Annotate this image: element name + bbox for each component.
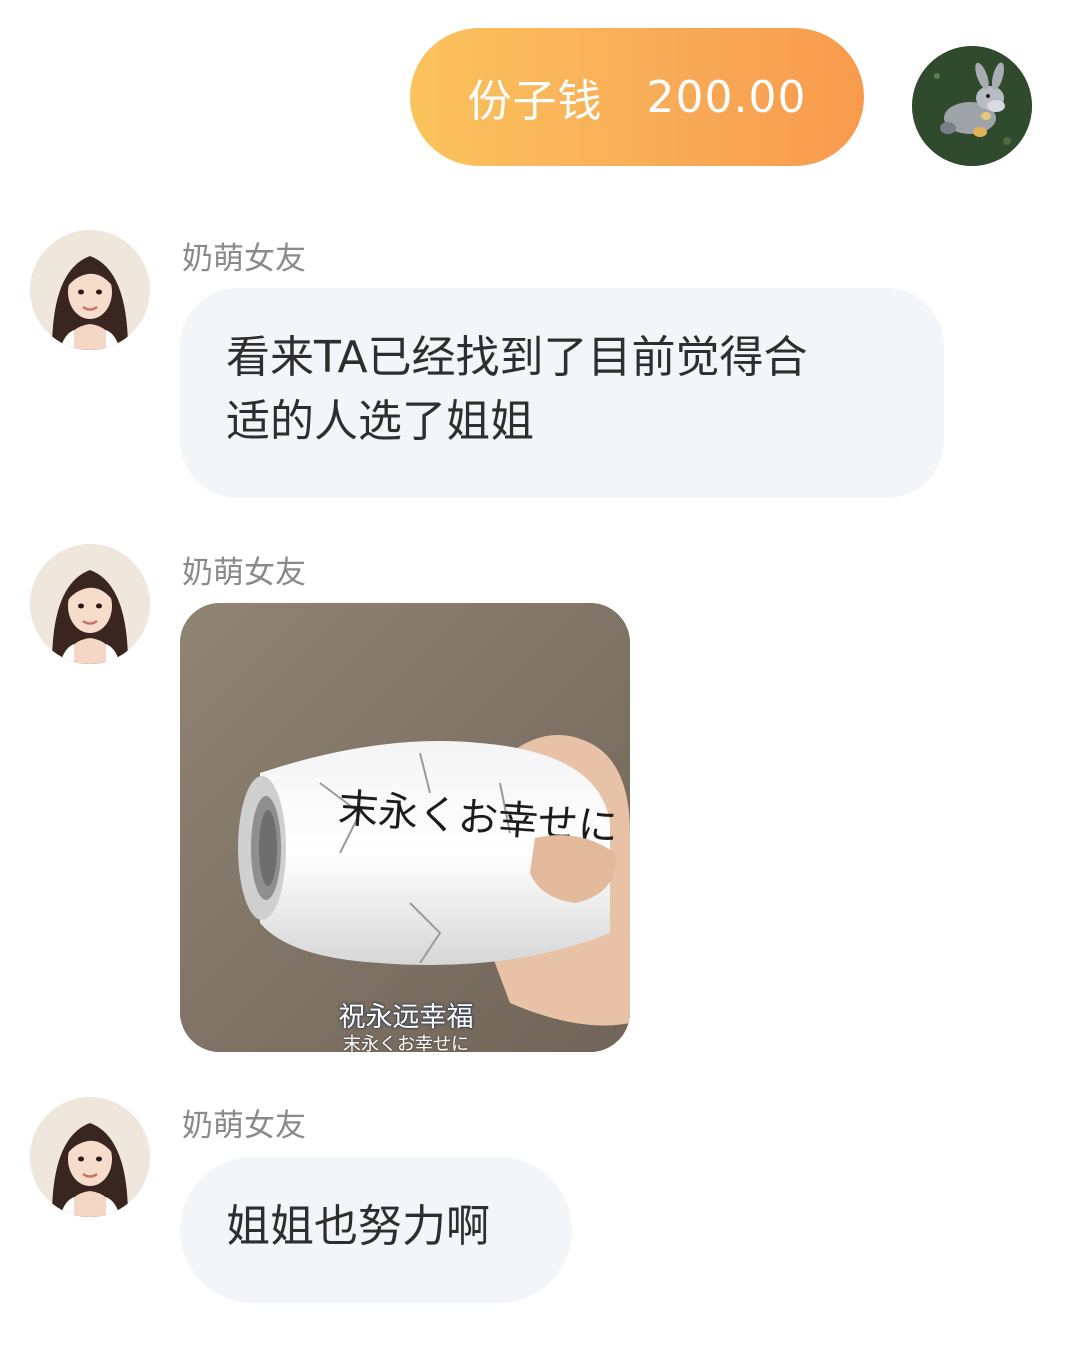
girl-portrait-icon — [30, 230, 150, 350]
sender-name: 奶萌女友 — [182, 1108, 306, 1144]
sticker-subtitle-jp: 末永くお幸せに — [343, 1034, 469, 1052]
contact-avatar[interactable] — [30, 544, 150, 664]
message-bubble[interactable]: 姐姐也努力啊 — [180, 1157, 572, 1303]
sender-name: 奶萌女友 — [182, 555, 306, 591]
self-avatar[interactable] — [912, 46, 1032, 166]
gift-money-label: 份子钱 — [467, 76, 603, 127]
girl-portrait-icon — [30, 1097, 150, 1217]
plush-toy-avatar-icon — [912, 46, 1032, 166]
message-text-line: 姐姐也努力啊 — [226, 1201, 490, 1252]
sticker-image[interactable]: 末永くお幸せに 祝永远幸福 末永くお幸せに — [180, 603, 630, 1052]
girl-portrait-icon — [30, 544, 150, 664]
message-text-line: 适的人选了姐姐 — [226, 396, 534, 447]
gift-money-amount: 200.00 — [646, 71, 807, 123]
message-text-line: 看来TA已经找到了目前觉得合 — [226, 332, 808, 383]
message-bubble[interactable]: 看来TA已经找到了目前觉得合 适的人选了姐姐 — [180, 288, 944, 498]
sticker-subtitle-cn: 祝永远幸福 — [338, 1002, 474, 1033]
contact-avatar[interactable] — [30, 230, 150, 350]
crumpled-can-sticker-icon: 末永くお幸せに — [180, 603, 630, 1052]
gift-money-bubble[interactable]: 份子钱 200.00 — [410, 28, 864, 166]
sender-name: 奶萌女友 — [182, 241, 306, 277]
chat-screen: 份子钱 200.00 奶萌女友 看来TA已经找到了目前觉得合 适的人选了姐姐 奶… — [0, 0, 1080, 1360]
contact-avatar[interactable] — [30, 1097, 150, 1217]
